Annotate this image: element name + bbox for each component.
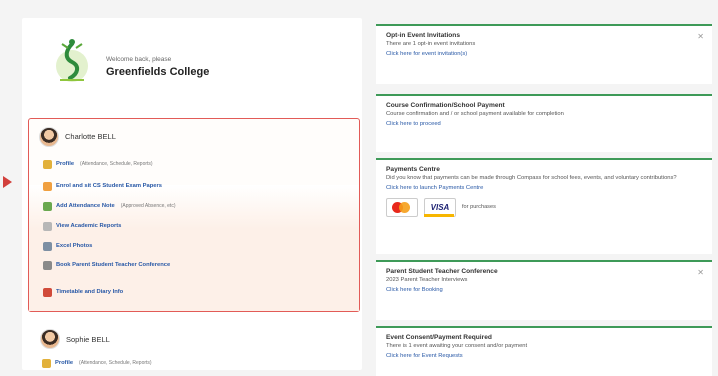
card-link[interactable]: Click here for Event Requests <box>386 353 702 359</box>
exam-icon <box>43 181 52 191</box>
school-subtitle: Welcome back, please <box>106 56 172 63</box>
card-link[interactable]: Click here for Booking <box>386 287 702 293</box>
avatar[interactable] <box>39 127 59 147</box>
card-title: Payments Centre <box>386 166 440 173</box>
people-icon <box>43 260 52 270</box>
report-icon <box>43 221 52 231</box>
card-description: Course confirmation and / or school paym… <box>386 111 564 117</box>
selection-arrow-icon <box>3 176 12 188</box>
student-name[interactable]: Charlotte BELL <box>65 132 116 141</box>
school-name: Greenfields College <box>106 66 210 78</box>
card-description: 2023 Parent Teacher Interviews <box>386 277 468 283</box>
card-description: There are 1 opt-in event invitations <box>386 41 476 47</box>
students-card: Welcome back, please Greenfields College… <box>22 18 362 370</box>
card-title: Event Consent/Payment Required <box>386 334 492 341</box>
calendar-icon <box>43 287 52 297</box>
card-course-confirmation: Course Confirmation/School Payment Cours… <box>376 94 712 152</box>
close-icon[interactable]: ✕ <box>697 32 704 41</box>
student-name[interactable]: Sophie BELL <box>66 335 110 344</box>
menu-item-academic-reports[interactable]: View Academic Reports <box>43 219 121 233</box>
mastercard-icon <box>386 197 418 217</box>
payment-methods: VISA for purchases <box>386 197 702 217</box>
card-link[interactable]: Click here to launch Payments Centre <box>386 185 702 191</box>
card-teacher-conference: ✕ Parent Student Teacher Conference 2023… <box>376 260 712 320</box>
menu-item-attendance-note[interactable]: Add Attendance Note (Approved Absence, e… <box>43 199 176 213</box>
card-description: Did you know that payments can be made t… <box>386 175 677 181</box>
person-icon <box>43 159 52 169</box>
menu-item-timetable[interactable]: Timetable and Diary Info <box>43 285 123 299</box>
menu-item-excel-photos[interactable]: Excel Photos <box>43 239 92 253</box>
close-icon[interactable]: ✕ <box>697 268 704 277</box>
card-description: There is 1 event awaiting your consent a… <box>386 343 528 349</box>
avatar[interactable] <box>40 329 60 349</box>
plus-icon <box>43 201 52 211</box>
card-event-invitations: ✕ Opt-in Event Invitations There are 1 o… <box>376 24 712 84</box>
menu-item-exam-papers[interactable]: Enrol and sit CS Student Exam Papers <box>43 179 162 193</box>
card-title: Parent Student Teacher Conference <box>386 268 498 275</box>
card-title: Opt-in Event Invitations <box>386 32 460 39</box>
photo-icon <box>43 241 52 251</box>
menu-item-profile[interactable]: Profile (Attendance, Schedule, Reports) <box>42 356 152 370</box>
card-link[interactable]: Click here to proceed <box>386 121 702 127</box>
person-icon <box>42 358 51 368</box>
payment-note: for purchases <box>462 204 496 211</box>
menu-item-profile[interactable]: Profile (Attendance, Schedule, Reports) <box>43 157 153 171</box>
card-payments-centre: Payments Centre Did you know that paymen… <box>376 158 712 254</box>
card-title: Course Confirmation/School Payment <box>386 102 505 109</box>
menu-item-conference[interactable]: Book Parent Student Teacher Conference <box>43 258 170 272</box>
card-link[interactable]: Click here for event invitation(s) <box>386 51 702 57</box>
student-panel-charlotte: Charlotte BELL Profile (Attendance, Sche… <box>28 118 360 312</box>
school-logo <box>50 34 94 86</box>
